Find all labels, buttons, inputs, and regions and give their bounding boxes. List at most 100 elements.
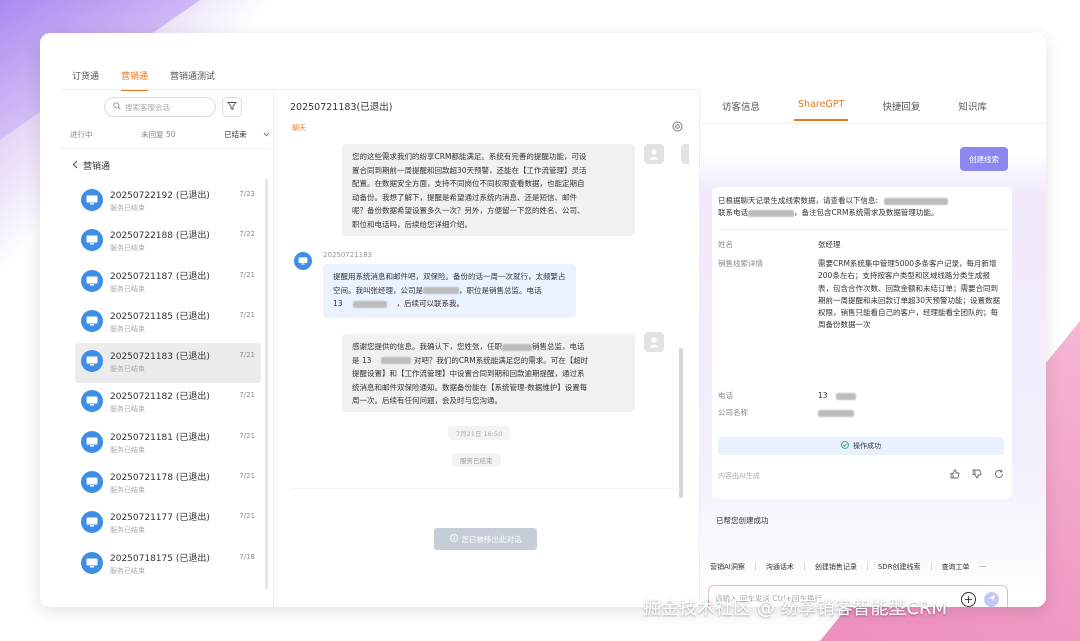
create-lead-button[interactable]: 创建线索 <box>960 147 1008 171</box>
message-line: 统消息和邮件双保险通知。数据备份能在【系统管理-数据维护】设置每 <box>352 382 588 392</box>
name-label: 姓名 <box>718 240 733 249</box>
top-tabs: 订货通 营销通 营销通测试 <box>72 69 215 91</box>
check-circle-icon <box>841 441 849 451</box>
conversation-item[interactable]: 20250721177 (已退出) 服务已结束 7/21 <box>75 504 261 544</box>
phone-label: 电话 <box>718 391 733 400</box>
send-button[interactable] <box>984 592 999 607</box>
tab-yingxiaotong[interactable]: 营销通 <box>121 69 149 91</box>
app-window: 订货通 营销通 营销通测试 进行中 未回复 50 已结束 营销通 <box>40 33 1046 607</box>
divider <box>718 229 1008 230</box>
exit-notice: 您已被移出此对话 <box>434 528 537 550</box>
search-input[interactable] <box>125 102 210 112</box>
conversation-item[interactable]: 20250722188 (已退出) 服务已结束 7/22 <box>75 222 261 262</box>
conversation-date: 7/21 <box>239 270 255 279</box>
assistant-panel: 访客信息 ShareGPT 快捷回复 知识库 创建线索 已根据聊天记录生成线索数… <box>700 91 1046 607</box>
chevron-down-icon <box>263 130 270 139</box>
divider <box>754 563 756 571</box>
conversation-title: 20250721182 (已退出) <box>110 392 210 403</box>
group-header[interactable]: 营销通 <box>72 159 110 172</box>
conversation-item[interactable]: 20250721181 (已退出) 服务已结束 7/21 <box>75 424 261 464</box>
system-timestamp: 7月21日 16:50 <box>448 426 511 440</box>
conversation-title: 20250722192 (已退出) <box>110 191 210 201</box>
status-tab-ended[interactable]: 已结束 <box>224 129 270 140</box>
conversation-status: 服务已结束 <box>110 204 145 212</box>
name-value: 张经理 <box>818 240 841 249</box>
tab-visitor-info[interactable]: 访客信息 <box>718 99 764 121</box>
conversation-date: 7/21 <box>239 391 255 400</box>
add-button[interactable]: + <box>961 592 976 607</box>
lead-detail-value: 需要CRM系统集中管理5000多条客户记录，每月新增200条左右；支持按客户类型… <box>818 259 1001 330</box>
company-label: 公司名称 <box>718 408 748 417</box>
conversation-status: 服务已结束 <box>110 405 145 414</box>
lead-detail-label: 销售线索详情 <box>718 259 763 268</box>
divider <box>700 123 1046 124</box>
action-create-sales-record[interactable]: 创建销售记录 <box>815 562 857 572</box>
refresh-icon[interactable] <box>994 469 1004 482</box>
message-line: 空间。我叫张经理，公司是 ，职位是销售总监。电话 <box>333 284 566 298</box>
monitor-icon <box>81 511 103 534</box>
conversation-title: 20250721181 (已退出) <box>110 432 210 443</box>
filter-button[interactable] <box>222 97 242 117</box>
message-line: 呢？备份数据希望设置多久一次？另外，方便留一下您的姓名、公司、 <box>352 206 585 216</box>
conversation-item[interactable]: 20250721185 (已退出) 服务已结束 7/21 <box>75 303 261 343</box>
feedback-icons <box>950 469 1004 482</box>
conversation-title: 20250721178 (已退出) <box>110 473 210 484</box>
conversation-item-selected[interactable]: 20250721183 (已退出) 服务已结束 7/21 <box>75 343 261 384</box>
action-communication-script[interactable]: 沟通话术 <box>766 562 794 572</box>
conversation-status: 服务已结束 <box>110 324 145 333</box>
watermark-text: 掘金技术社区 @ 纷享销客智能型CRM <box>643 598 948 619</box>
message-line: 是 13 对吧？我们的CRM系统能满足您的需求。可在【超时 <box>352 354 625 368</box>
conversation-item[interactable]: 20250721182 (已退出) 服务已结束 7/21 <box>75 383 261 423</box>
conversation-title: 20250721185 (已退出) <box>110 311 210 322</box>
redacted-text <box>818 409 854 417</box>
conversation-status: 服务已结束 <box>110 284 145 293</box>
thumbs-down-icon[interactable] <box>972 469 982 482</box>
monitor-icon <box>81 471 103 494</box>
scrollbar[interactable] <box>265 179 268 589</box>
scrollbar[interactable] <box>679 348 683 498</box>
customer-message: 提醒用系统消息和邮件吧，双保险。备份的话一周一次就行，太频繁占 空间。我叫张经理… <box>323 264 576 318</box>
tab-quick-reply[interactable]: 快捷回复 <box>878 99 924 121</box>
tab-dinghuotong[interactable]: 订货通 <box>72 69 99 91</box>
status-tab-ongoing[interactable]: 进行中 <box>70 129 93 140</box>
conversation-status: 服务已结束 <box>110 445 145 454</box>
agent-message: 感谢您提供的信息。我确认下，您姓张，任职 销售总监，电话 是 13 对吧？我们的C… <box>342 334 635 412</box>
thumbs-up-icon[interactable] <box>950 469 960 482</box>
message-line: 配置。在数据安全方面，支持不同岗位不同权限查看数据，也能定期自 <box>352 179 585 189</box>
message-fragment: ，后续可以联系我。 <box>396 299 465 309</box>
monitor-icon <box>81 229 103 252</box>
system-status: 服务已结束 <box>452 453 501 467</box>
message-fragment: 13 <box>333 299 343 309</box>
message-fragment: 销售总监，电话 <box>532 342 585 351</box>
conversation-item[interactable]: 20250722192 (已退出) 服务已结束 7/23 <box>75 182 261 222</box>
phone-prefix: 13 <box>818 391 828 400</box>
message-line: 您的这些需求我们的纷享CRM都能满足。系统有完善的提醒功能，可设 <box>352 152 587 161</box>
chat-title: 20250721183(已退出) <box>290 102 393 113</box>
action-sdr-create-lead[interactable]: SDR创建线索 <box>878 562 921 572</box>
message-line: 动备份。我想了解下，提醒是希望通过系统内消息、还是短信、邮件 <box>352 192 577 202</box>
panel-tabs: 访客信息 ShareGPT 快捷回复 知识库 <box>718 99 991 121</box>
action-marketing-ai-insight[interactable]: 营销AI洞察 <box>710 562 745 572</box>
sender-name: 20250721183 <box>323 251 372 259</box>
message-line: 提醒用系统消息和邮件吧，双保险。备份的话一周一次就行，太频繁占 <box>333 272 566 281</box>
customer-avatar <box>294 252 312 270</box>
conversation-item[interactable]: 20250721178 (已退出) 服务已结束 7/21 <box>75 464 261 504</box>
tab-knowledge-base[interactable]: 知识库 <box>954 99 991 121</box>
settings-icon[interactable] <box>672 121 683 135</box>
status-tab-unreplied[interactable]: 未回复 50 <box>141 129 175 140</box>
tab-yingxiaotong-test[interactable]: 营销通测试 <box>170 69 215 91</box>
conversation-item[interactable]: 20250721187 (已退出) 服务已结束 7/21 <box>75 263 261 303</box>
monitor-icon <box>81 430 103 453</box>
divider <box>803 563 805 571</box>
divider <box>866 563 868 571</box>
conversation-item[interactable]: 20250718175 (已退出) 服务已结束 7/18 <box>75 545 261 585</box>
action-query-ticket[interactable]: 查询工单 <box>942 562 970 572</box>
created-success-message: 已帮您创建成功 <box>716 516 769 525</box>
plus-icon: + <box>963 593 974 606</box>
more-actions-button[interactable]: ··· <box>980 563 987 571</box>
divider <box>290 488 680 489</box>
monitor-icon <box>81 269 103 292</box>
tab-sharegpt[interactable]: ShareGPT <box>794 99 849 121</box>
quick-actions: 营销AI洞察 沟通话术 创建销售记录 SDR创建线索 查询工单 ··· <box>710 562 986 572</box>
conversation-status: 服务已结束 <box>110 486 145 495</box>
